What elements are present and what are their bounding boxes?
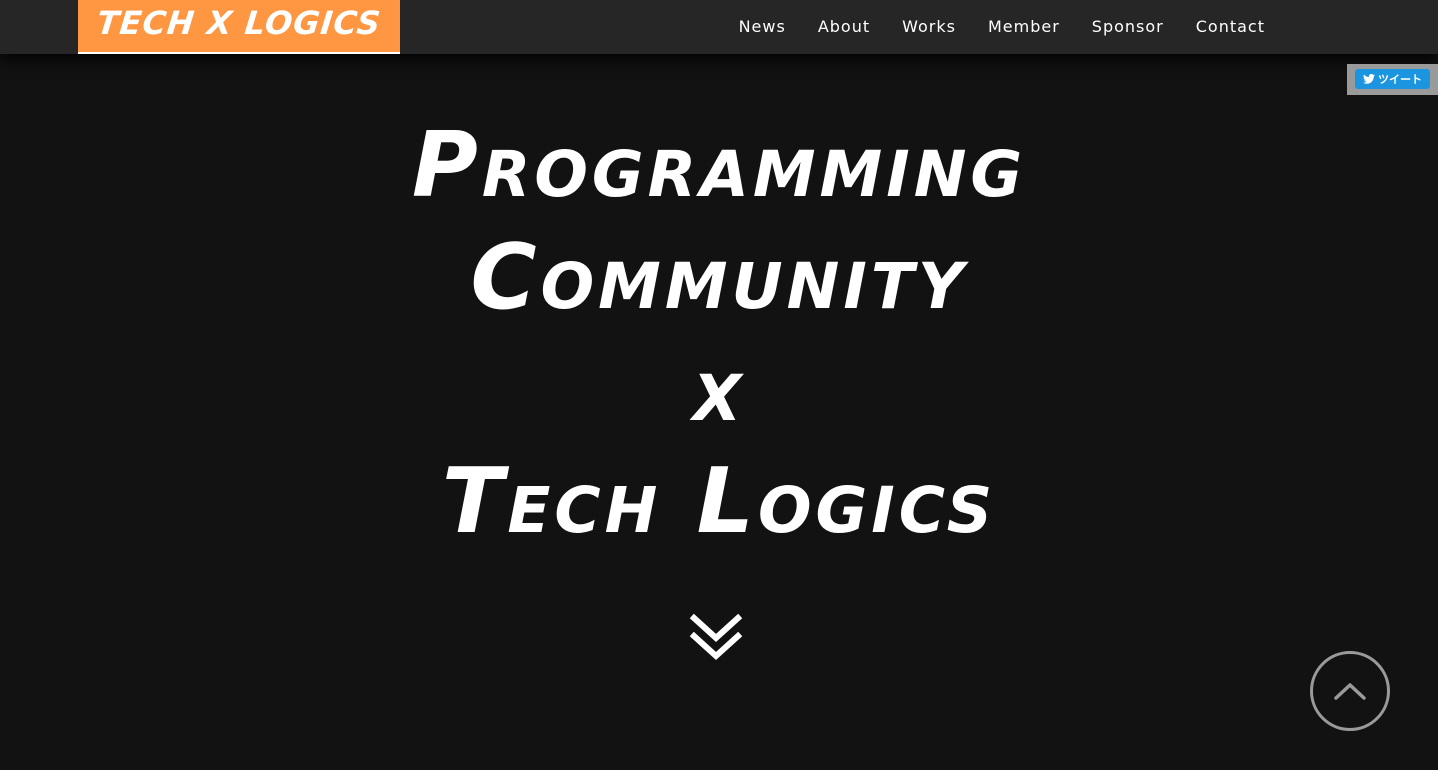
share-widget: ツイート	[1347, 64, 1438, 95]
site-logo-text: TECH X LOGICS	[95, 4, 383, 42]
nav-item-news[interactable]: News	[739, 17, 786, 36]
nav-item-sponsor[interactable]: Sponsor	[1092, 17, 1164, 36]
main-nav: News About Works Member Sponsor Contact	[707, 0, 1265, 52]
top-navigation-bar: TECH X LOGICS News About Works Member Sp…	[0, 0, 1438, 54]
hero-title: Programming Community x Tech Logics	[0, 110, 1438, 558]
hero-line-programming: Programming	[411, 113, 1027, 218]
hero-line-x: x	[692, 337, 746, 442]
scroll-down-button[interactable]	[688, 610, 744, 666]
tweet-button[interactable]: ツイート	[1355, 69, 1430, 89]
nav-item-works[interactable]: Works	[902, 17, 956, 36]
double-chevron-down-icon	[689, 613, 743, 661]
nav-item-contact[interactable]: Contact	[1196, 17, 1265, 36]
hero-line-community: Community	[470, 225, 968, 330]
hero-line-tech-logics: Tech Logics	[441, 449, 997, 554]
chevron-up-icon	[1334, 683, 1366, 700]
site-logo[interactable]: TECH X LOGICS	[78, 0, 400, 54]
back-to-top-button[interactable]	[1310, 651, 1390, 731]
nav-item-member[interactable]: Member	[988, 17, 1060, 36]
twitter-bird-icon	[1363, 74, 1375, 84]
tweet-label: ツイート	[1378, 73, 1422, 86]
page: TECH X LOGICS News About Works Member Sp…	[0, 0, 1438, 770]
nav-item-about[interactable]: About	[818, 17, 870, 36]
